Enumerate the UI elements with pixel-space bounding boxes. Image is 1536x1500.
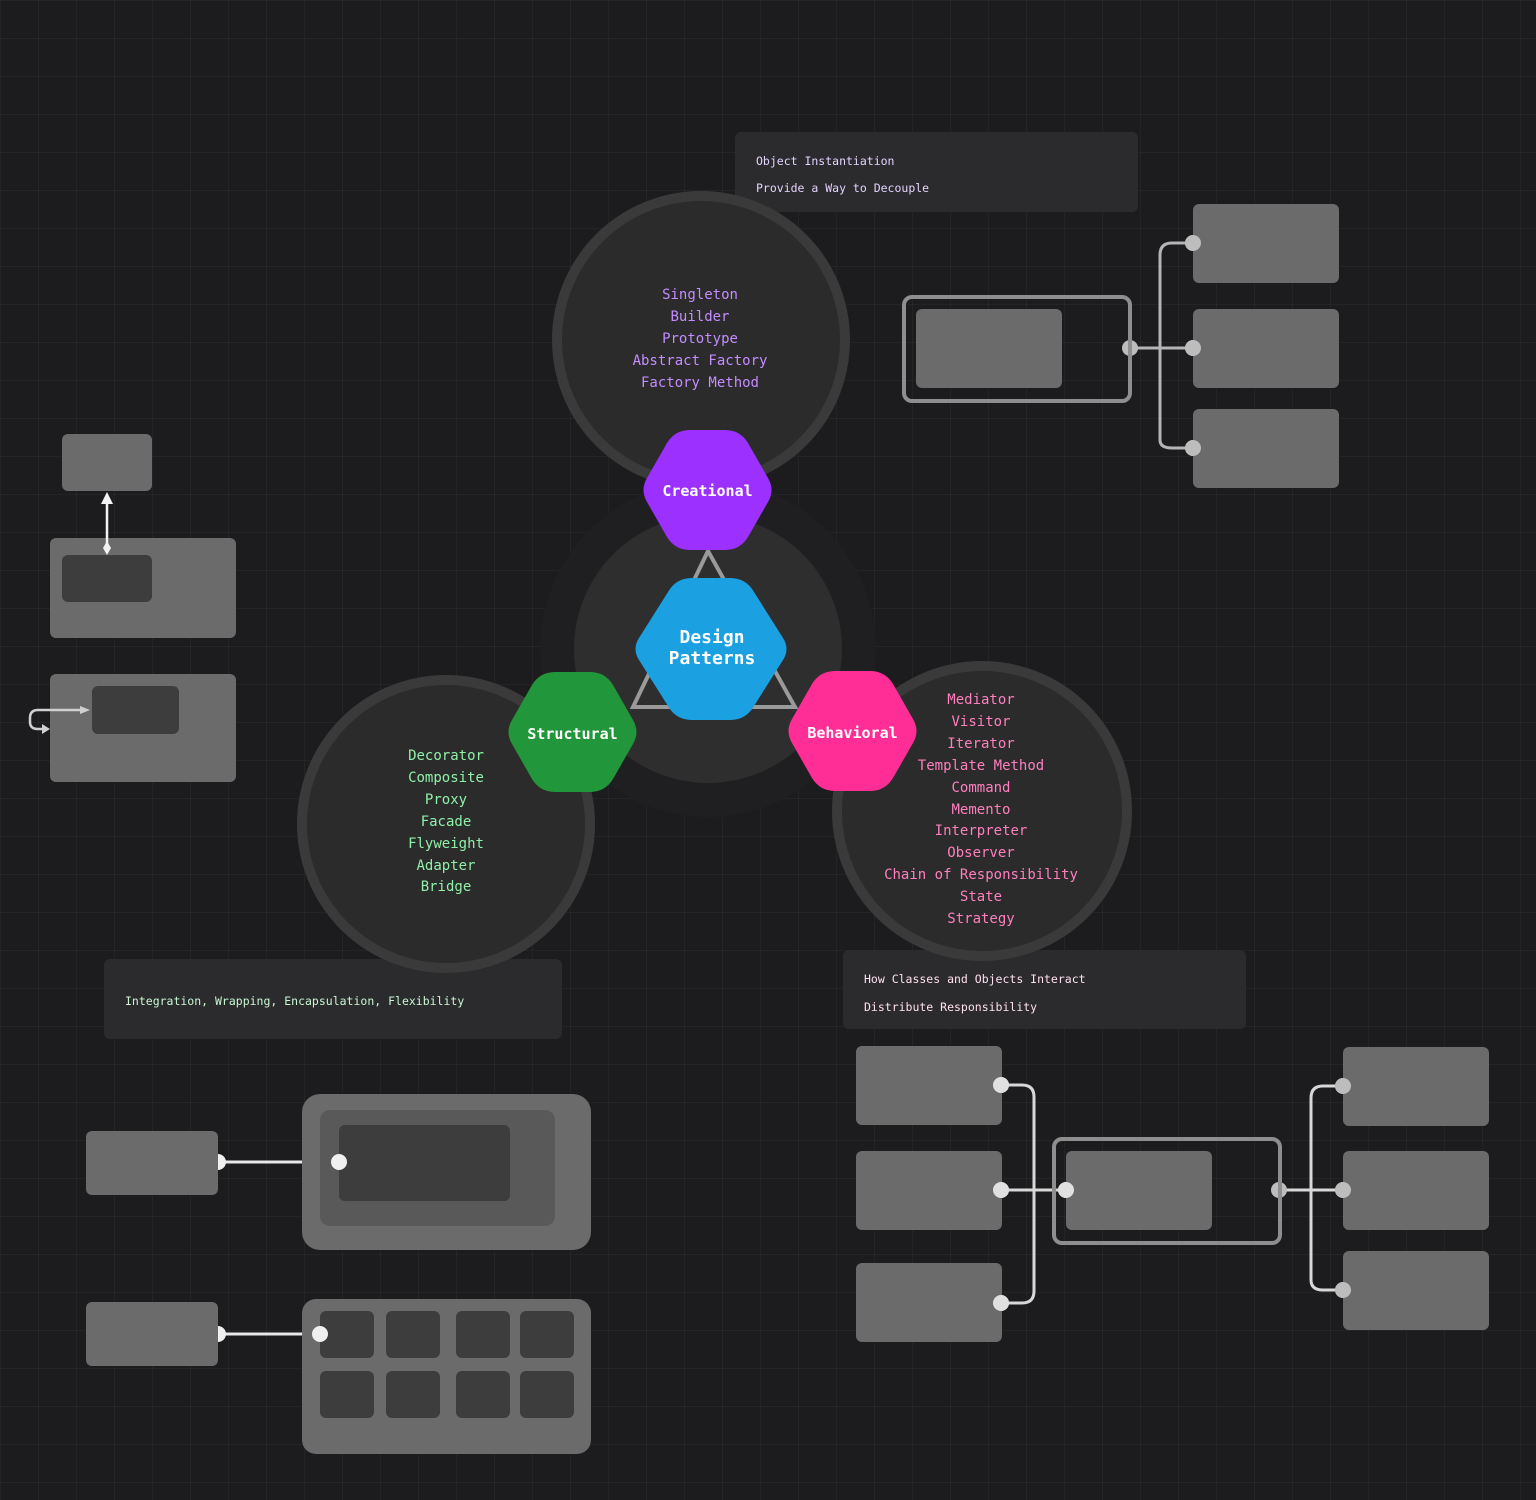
- creational-label[interactable]: Creational: [640, 470, 775, 512]
- factory-product-box: [916, 309, 1062, 388]
- structural-label[interactable]: Structural: [505, 713, 640, 755]
- colleague-box: [856, 1263, 1002, 1342]
- grid-cell: [520, 1371, 574, 1418]
- grid-cell: [456, 1311, 510, 1358]
- created-object-box: [1193, 409, 1339, 488]
- decorator-source-box: [86, 1131, 218, 1195]
- center-title[interactable]: Design Patterns: [652, 624, 772, 672]
- colleague-box: [856, 1151, 1002, 1230]
- observer-box: [1343, 1151, 1489, 1230]
- observer-box: [1343, 1251, 1489, 1330]
- composite-source-box: [86, 1302, 218, 1366]
- behavioral-label[interactable]: Behavioral: [785, 712, 920, 754]
- grid-cell: [320, 1311, 374, 1358]
- grid-cell: [386, 1371, 440, 1418]
- grid-cell: [386, 1311, 440, 1358]
- inner-dark-box: [62, 555, 152, 602]
- colleague-box: [856, 1046, 1002, 1125]
- inner-dark-box: [92, 686, 179, 734]
- mediator-box: [1066, 1151, 1212, 1230]
- created-object-box: [1193, 309, 1339, 388]
- grid-cell: [520, 1311, 574, 1358]
- grid-cell: [456, 1371, 510, 1418]
- observer-box: [1343, 1047, 1489, 1126]
- created-object-box: [1193, 204, 1339, 283]
- small-box: [62, 434, 152, 491]
- grid-cell: [320, 1371, 374, 1418]
- decorator-inner-box: [339, 1125, 510, 1201]
